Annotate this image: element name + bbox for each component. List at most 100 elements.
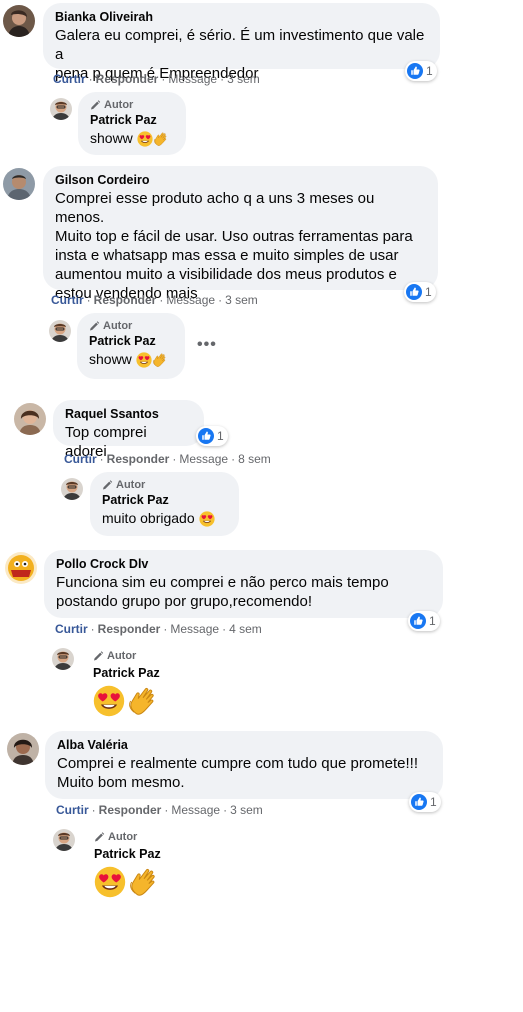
heart-eyes-icon [137,131,153,147]
comment-text-line: Comprei esse produto acho q a uns 3 mese… [55,190,375,226]
comment-text-line: aumentou muito a visibilidade dos meus p… [55,266,397,283]
message-button[interactable]: Message [168,72,217,86]
reply-button[interactable]: Responder [96,72,159,86]
like-button[interactable]: Curtir [55,622,88,636]
reply-text: showw [90,129,174,148]
heart-eyes-icon [94,866,126,898]
reaction-number: 1 [217,429,224,443]
comment-text-line: Muito top e fácil de usar. Uso outras fe… [55,228,413,245]
reply-author[interactable]: Patrick Paz [94,846,161,863]
pencil-icon [103,479,113,489]
author-badge: Autor [94,830,161,844]
reply-author[interactable]: Patrick Paz [89,333,173,350]
avatar-image [7,733,39,765]
comment-author[interactable]: Pollo Crock Dlv [56,556,431,573]
more-options-icon[interactable]: ••• [197,336,217,354]
reply-avatar[interactable] [61,478,83,500]
timestamp[interactable]: 3 sem [225,293,258,307]
avatar-image [3,168,35,200]
reply-button[interactable]: Responder [99,803,162,817]
avatar-image [3,5,35,37]
comment-text-line: postando grupo por grupo,recomendo! [56,593,313,610]
avatar[interactable] [3,168,35,200]
comment-actions: Curtir · Responder · Message · 3 sem [53,72,260,86]
pencil-icon [95,831,105,841]
avatar[interactable] [5,552,37,584]
reply-emoji [93,685,160,717]
reaction-count[interactable]: 1 [404,282,436,302]
comment-bubble: Raquel Ssantos Top comprei adorei [53,400,204,460]
reaction-count[interactable]: 1 [405,61,437,81]
reply-text: muito obrigado [102,509,227,528]
like-icon [411,794,427,810]
pencil-icon [90,320,100,330]
reply-emoji [94,866,161,898]
reply-author[interactable]: Patrick Paz [102,492,227,509]
clapping-hands-icon [129,687,154,715]
comment-actions: Curtir · Responder · Message · 4 sem [55,622,262,636]
like-button[interactable]: Curtir [51,293,84,307]
reply-author[interactable]: Patrick Paz [90,112,174,129]
author-badge: Autor [102,478,227,492]
reply-avatar[interactable] [53,829,75,851]
timestamp[interactable]: 3 sem [230,803,263,817]
reaction-number: 1 [426,64,433,78]
avatar-image [53,829,75,851]
comment-bubble: Alba Valéria Comprei e realmente cumpre … [45,731,443,799]
comment-text-line: Funciona sim eu comprei e não perco mais… [56,574,389,591]
avatar[interactable] [3,5,35,37]
avatar-image [61,478,83,500]
like-button[interactable]: Curtir [56,803,89,817]
comment-text-line: Comprei e realmente cumpre com tudo que … [57,755,419,772]
reaction-count[interactable]: 1 [408,611,440,631]
heart-eyes-icon [93,685,125,717]
author-badge: Autor [89,319,173,333]
message-button[interactable]: Message [170,622,219,636]
reply-button[interactable]: Responder [94,293,157,307]
clapping-hands-icon [152,353,166,368]
timestamp[interactable]: 3 sem [227,72,260,86]
comment-author[interactable]: Gilson Cordeiro [55,172,426,189]
reply-block: Autor Patrick Paz [94,830,161,898]
heart-eyes-icon [136,352,152,368]
reply-text: showw [89,350,173,369]
reply-button[interactable]: Responder [107,452,170,466]
like-icon [407,63,423,79]
like-button[interactable]: Curtir [53,72,86,86]
author-badge: Autor [93,649,160,663]
comment-actions: Curtir · Responder · Message · 3 sem [56,803,263,817]
message-button[interactable]: Message [166,293,215,307]
reaction-number: 1 [430,795,437,809]
reply-block: Autor Patrick Paz [93,649,160,717]
reaction-count[interactable]: 1 [196,426,228,446]
heart-eyes-icon [198,511,215,527]
comment-text-line: insta e whatsapp mas essa e muito simple… [55,247,399,264]
like-button[interactable]: Curtir [64,452,97,466]
comment-actions: Curtir · Responder · Message · 8 sem [64,452,271,466]
reply-avatar[interactable] [50,98,72,120]
timestamp[interactable]: 8 sem [238,452,271,466]
reaction-count[interactable]: 1 [409,792,441,812]
reply-author[interactable]: Patrick Paz [93,665,160,682]
comment-actions: Curtir · Responder · Message · 3 sem [51,293,258,307]
clapping-hands-icon [153,132,167,147]
reply-button[interactable]: Responder [98,622,161,636]
pencil-icon [91,99,101,109]
message-button[interactable]: Message [179,452,228,466]
comment-author[interactable]: Raquel Ssantos [65,406,192,423]
author-badge: Autor [90,98,174,112]
comment-author[interactable]: Bianka Oliveirah [55,9,428,26]
timestamp[interactable]: 4 sem [229,622,262,636]
reply-bubble: Autor Patrick Paz showw [78,92,186,155]
reaction-number: 1 [425,285,432,299]
avatar[interactable] [14,403,46,435]
comment-author[interactable]: Alba Valéria [57,737,431,754]
reply-avatar[interactable] [52,648,74,670]
avatar[interactable] [7,733,39,765]
avatar-image [5,552,37,584]
like-icon [198,428,214,444]
reaction-number: 1 [429,614,436,628]
comment-bubble: Pollo Crock Dlv Funciona sim eu comprei … [44,550,443,618]
message-button[interactable]: Message [171,803,220,817]
like-icon [406,284,422,300]
